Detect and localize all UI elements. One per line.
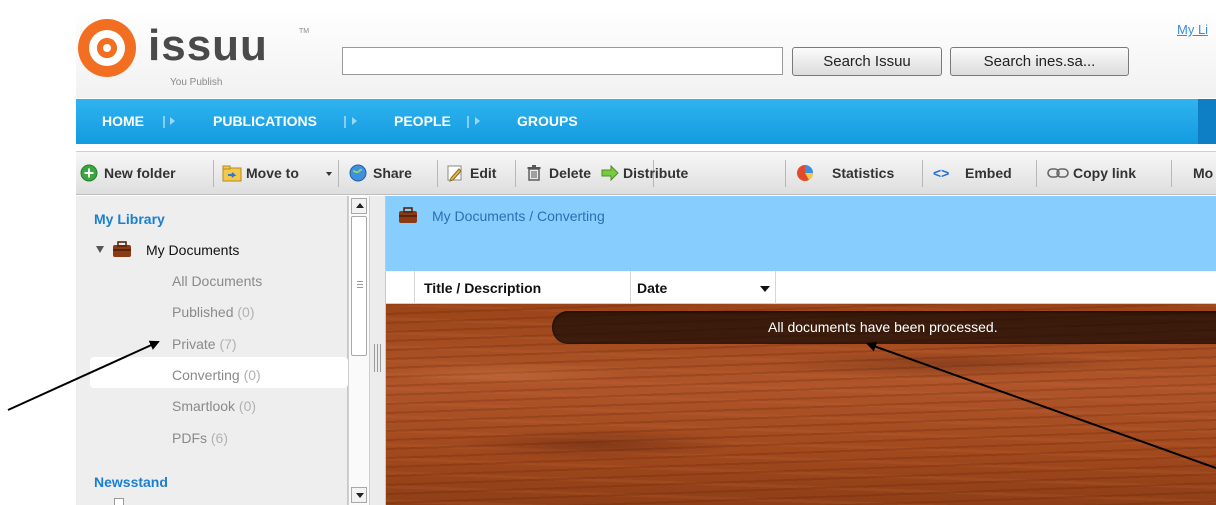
nav-arrow-icon [352,117,357,125]
nav-home[interactable]: HOME [102,99,144,144]
nav-arrow-icon [170,117,175,125]
edit-button[interactable]: Edit [470,152,496,194]
nav-people[interactable]: PEOPLE [394,99,451,144]
search-issuu-button[interactable]: Search Issuu [792,47,942,76]
sidebar-item-label: Smartlook [172,398,236,414]
path-bar: My Documents / Converting [386,196,1216,271]
statistics-pie-icon [797,165,814,181]
scroll-thumb[interactable] [351,216,367,356]
briefcase-icon [113,241,131,257]
share-button[interactable]: Share [373,152,412,194]
new-folder-icon [80,164,98,182]
toolbar-separator [437,160,438,187]
statistics-button[interactable]: Statistics [832,152,894,194]
briefcase-icon [399,207,417,223]
my-library-link[interactable]: My Li [1177,22,1208,37]
sidebar-item-converting[interactable]: Converting (0) [172,367,261,383]
toolbar-separator [1036,160,1037,187]
toolbar-separator [515,160,516,187]
toolbar-separator [1171,160,1172,187]
newsstand-heading[interactable]: Newsstand [94,474,168,490]
nav-separator [163,116,165,128]
sidebar-item-label: Converting [172,367,240,383]
column-divider [414,271,415,304]
dropdown-arrow-icon [326,172,332,176]
sidebar-item-all-documents[interactable]: All Documents [172,273,262,289]
toolbar-separator [338,160,339,187]
more-button[interactable]: Mo [1193,152,1213,194]
column-divider [630,271,631,304]
sidebar-item-published[interactable]: Published (0) [172,304,255,320]
sort-arrow-icon[interactable] [760,286,770,292]
nav-separator [467,116,469,128]
document-shelf: All documents have been processed. [386,304,1216,505]
expand-triangle-icon[interactable] [96,246,104,253]
column-header: Title / Description Date [386,271,1216,304]
delete-trash-icon [527,165,541,181]
newsstand-item-icon [114,498,124,505]
sidebar-item-smartlook[interactable]: Smartlook (0) [172,398,256,414]
share-globe-icon [349,164,367,182]
distribute-button[interactable]: Distribute [623,152,688,194]
scroll-grip-icon [357,281,363,289]
nav-groups[interactable]: GROUPS [517,99,578,144]
search-input[interactable] [342,47,783,75]
status-message: All documents have been processed. [768,319,998,335]
logo-trademark: TM [299,28,310,35]
nav-publications[interactable]: PUBLICATIONS [213,99,317,144]
main-nav: HOME PUBLICATIONS PEOPLE GROUPS [76,99,1216,144]
delete-button[interactable]: Delete [549,152,591,194]
copy-link-chain-icon [1047,168,1069,178]
move-to-folder-icon [222,165,242,182]
column-divider [775,271,776,304]
column-title-description[interactable]: Title / Description [424,271,541,304]
sidebar-item-label: All Documents [172,273,263,289]
distribute-arrow-icon [601,164,619,182]
sidebar-item-private[interactable]: Private (7) [172,336,237,352]
nav-separator [344,116,346,128]
toolbar: New folder Move to Share Edit Delete Dis… [76,151,1216,195]
header: issuu TM You Publish Search Issuu Search… [76,10,1216,98]
item-count: (7) [219,336,237,352]
sidebar-item-label: PDFs [172,430,207,446]
copy-link-button[interactable]: Copy link [1073,152,1136,194]
logo-wordmark[interactable]: issuu [148,24,268,68]
breadcrumb[interactable]: My Documents / Converting [432,208,605,224]
issuu-logo-icon[interactable] [78,19,136,77]
edit-pencil-icon [447,165,462,182]
scroll-down-arrow-icon[interactable] [351,487,367,503]
issuu-app-window: issuu TM You Publish Search Issuu Search… [76,10,1216,505]
new-folder-button[interactable]: New folder [104,152,176,194]
toolbar-separator [922,160,923,187]
scroll-up-arrow-icon[interactable] [351,198,367,214]
item-count: (0) [237,304,255,320]
my-documents-item[interactable]: My Documents [146,242,239,258]
my-library-heading[interactable]: My Library [94,211,165,227]
nav-arrow-icon [475,117,480,125]
logo-tagline: You Publish [170,77,223,88]
item-count: (0) [238,398,257,414]
embed-button[interactable]: Embed [965,152,1012,194]
search-user-button[interactable]: Search ines.sa... [950,47,1129,76]
status-banner: All documents have been processed. [552,311,1216,344]
library-sidebar: My Library My Documents All Documents Pu… [76,196,348,505]
item-count: (6) [210,430,229,446]
splitter-grip-icon [374,344,382,372]
toolbar-separator [785,160,786,187]
move-to-button[interactable]: Move to [246,152,299,194]
embed-code-icon: <> [933,165,950,181]
sidebar-item-label: Published [172,304,234,320]
pane-splitter[interactable] [370,196,386,505]
toolbar-separator [213,160,214,187]
item-count: (0) [243,367,261,383]
sidebar-scrollbar[interactable] [348,196,370,505]
nav-right-edge [1198,99,1216,144]
sidebar-item-pdfs[interactable]: PDFs (6) [172,430,228,446]
column-date[interactable]: Date [637,271,667,304]
sidebar-item-label: Private [172,336,216,352]
